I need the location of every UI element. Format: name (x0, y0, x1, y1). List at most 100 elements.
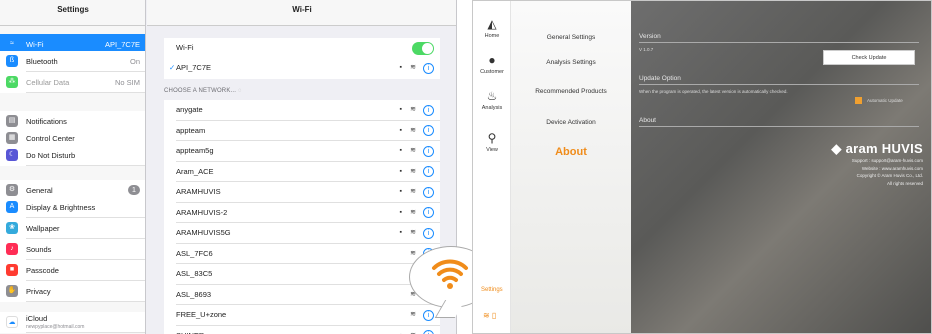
info-icon[interactable]: i (423, 207, 434, 218)
wifi-signal-icon: ≋ (410, 64, 416, 71)
network-row[interactable]: SHINER ▪ ≋ i (164, 325, 440, 334)
wifi-toggle-label: Wi-Fi (176, 43, 194, 52)
wifi-signal-icon: ≋ (410, 126, 416, 134)
person-icon: ● (488, 53, 496, 67)
info-icon[interactable]: i (423, 104, 434, 116)
lock-icon: ▪ (399, 126, 402, 134)
microscope-icon: ♨ (486, 89, 498, 103)
network-row[interactable]: ARAMHUVIS5G ▪ ≋ i (164, 223, 440, 244)
network-name: Aram_ACE (176, 166, 214, 176)
info-icon[interactable]: i (423, 166, 434, 177)
wallpaper-icon: ❀ (6, 222, 18, 234)
wifi-title: Wi-Fi (147, 0, 456, 26)
sidebar-item-label: Wallpaper (26, 224, 60, 233)
lock-icon: ▪ (399, 229, 402, 236)
sidebar-item-passcode[interactable]: ■ Passcode (0, 260, 145, 281)
nav-view[interactable]: ⚲ View (473, 131, 511, 153)
sidebar-item-sounds[interactable]: ♪ Sounds (0, 239, 145, 260)
info-icon[interactable]: i (423, 309, 434, 321)
wifi-signal-icon: ≋ (410, 229, 416, 236)
info-icon[interactable]: i (423, 227, 434, 239)
menu-recommended-products[interactable]: Recommended Products (511, 88, 631, 95)
info-icon[interactable]: i (423, 145, 434, 157)
hand-icon: ✋ (6, 285, 18, 297)
network-row[interactable]: ASL_7FC6≋i (164, 243, 440, 264)
info-icon[interactable]: i (423, 330, 434, 334)
app-wifi-icon: ≋ ▯ (483, 311, 497, 320)
network-row[interactable]: Aram_ACE ▪ ≋ i (164, 161, 440, 182)
divider (26, 301, 145, 302)
lock-icon: ▪ (399, 188, 402, 195)
nav-analysis[interactable]: ♨ Analysis (473, 89, 511, 111)
menu-analysis-settings[interactable]: Analysis Settings (511, 59, 631, 66)
sidebar-item-privacy[interactable]: ✋ Privacy (0, 281, 145, 302)
sidebar-item-label: Passcode (26, 266, 59, 275)
network-name: ASL_83C5 (176, 269, 213, 278)
choose-network-label: CHOOSE A NETWORK... ◌ (164, 88, 242, 94)
sidebar-item-cellular-data[interactable]: ⁂ Cellular Data No SIM (0, 72, 145, 93)
wifi-toggle-switch[interactable] (412, 42, 434, 55)
sidebar-item-icloud[interactable]: ☁ iCloud newpyplace@hotmail.com (0, 312, 145, 333)
network-row[interactable]: appteam ▪ ≋ i (164, 120, 440, 141)
company-logo: ◆ aram HUVIS (831, 141, 923, 156)
lock-icon: ▪ (399, 208, 402, 216)
settings-sidebar: Settings ≈ Wi-Fi API_7C7E ß Bluetooth On ⁂ Cell… (0, 0, 146, 334)
network-name: anygate (176, 105, 203, 114)
menu-general-settings[interactable]: General Settings (511, 34, 631, 41)
network-name: appteam5g (176, 146, 214, 155)
check-update-button[interactable]: Check Update (823, 50, 915, 65)
divider (639, 126, 919, 127)
network-row[interactable]: ARAMHUVIS ▪ ≋ i (164, 182, 440, 203)
network-row[interactable]: ARAMHUVIS-2 ▪ ≋ i (164, 202, 440, 223)
sidebar-item-bluetooth[interactable]: ß Bluetooth On (0, 51, 145, 72)
cellular-icon: ⁂ (6, 76, 18, 88)
network-row[interactable]: FREE_U+zone ≋ i (164, 305, 440, 326)
info-icon[interactable]: i (423, 125, 434, 136)
lock-icon: ▪ (399, 167, 402, 175)
nav-customer[interactable]: ● Customer (473, 53, 511, 75)
company-info: ◆ aram HUVIS Support : support@aram-huvi… (811, 141, 923, 187)
website: Website : www.aramhuvis.com (861, 165, 923, 171)
lock-icon: ▪ (399, 64, 402, 71)
nav-settings[interactable]: Settings (481, 287, 503, 293)
brightness-icon: A (6, 201, 18, 213)
version-title: Version (639, 33, 661, 40)
connected-network-row[interactable]: ✓ API_7C7E ▪ ≋ i (164, 58, 440, 79)
network-name: ARAMHUVIS5G (176, 228, 231, 237)
gear-icon: ⚙ (6, 184, 18, 196)
network-row[interactable]: ASL_8693≋i (164, 284, 440, 305)
connected-network-name: API_7C7E (176, 63, 212, 72)
network-name: ARAMHUVIS-2 (176, 207, 228, 217)
update-option-title: Update Option (639, 75, 681, 82)
wifi-signal-icon: ≋ (410, 188, 416, 195)
sidebar-item-wallpaper[interactable]: ❀ Wallpaper (0, 218, 145, 239)
network-row[interactable]: appteam5g ▪ ≋ i (164, 141, 440, 162)
info-icon[interactable]: i (423, 62, 434, 74)
nav-home[interactable]: ◭ Home (473, 17, 511, 39)
wifi-toggle-row: Wi-Fi (164, 38, 440, 59)
network-row[interactable]: anygate ▪ ≋ i (164, 100, 440, 121)
network-name: ARAMHUVIS (176, 187, 221, 196)
wifi-icon: ≈ (6, 38, 18, 50)
version-value: V 1.0.7 (639, 47, 654, 52)
moon-icon: ☾ (6, 149, 18, 161)
sidebar-item-do-not-disturb[interactable]: ☾ Do Not Disturb (0, 145, 145, 166)
copyright: Copyright © Aram Huvis Co., Ltd. (856, 173, 923, 178)
info-icon[interactable]: i (423, 186, 434, 198)
search-icon: ⚲ (487, 131, 497, 145)
menu-about[interactable]: About (511, 146, 631, 158)
wifi-callout-icon (432, 259, 468, 289)
control-center-icon: ▦ (6, 132, 18, 144)
lock-icon: ▪ (399, 106, 402, 113)
network-row[interactable]: ASL_83C5≋i (164, 264, 440, 285)
auto-update-checkbox[interactable] (855, 97, 862, 104)
update-option-text: When the program is operated, the latest… (639, 89, 788, 94)
sidebar-item-display-brightness[interactable]: A Display & Brightness (0, 197, 145, 218)
cloud-icon: ☁ (6, 316, 18, 328)
app-nav-bar: ◭ Home ● Customer ♨ Analysis ⚲ View Settings… (473, 1, 511, 333)
menu-device-activation[interactable]: Device Activation (511, 119, 631, 126)
home-icon: ◭ (487, 17, 497, 31)
app-settings-screen: ◭ Home ● Customer ♨ Analysis ⚲ View Settings… (472, 0, 932, 334)
sidebar-item-label: Privacy (26, 287, 51, 296)
logo-mark-icon: ◆ (831, 141, 842, 156)
